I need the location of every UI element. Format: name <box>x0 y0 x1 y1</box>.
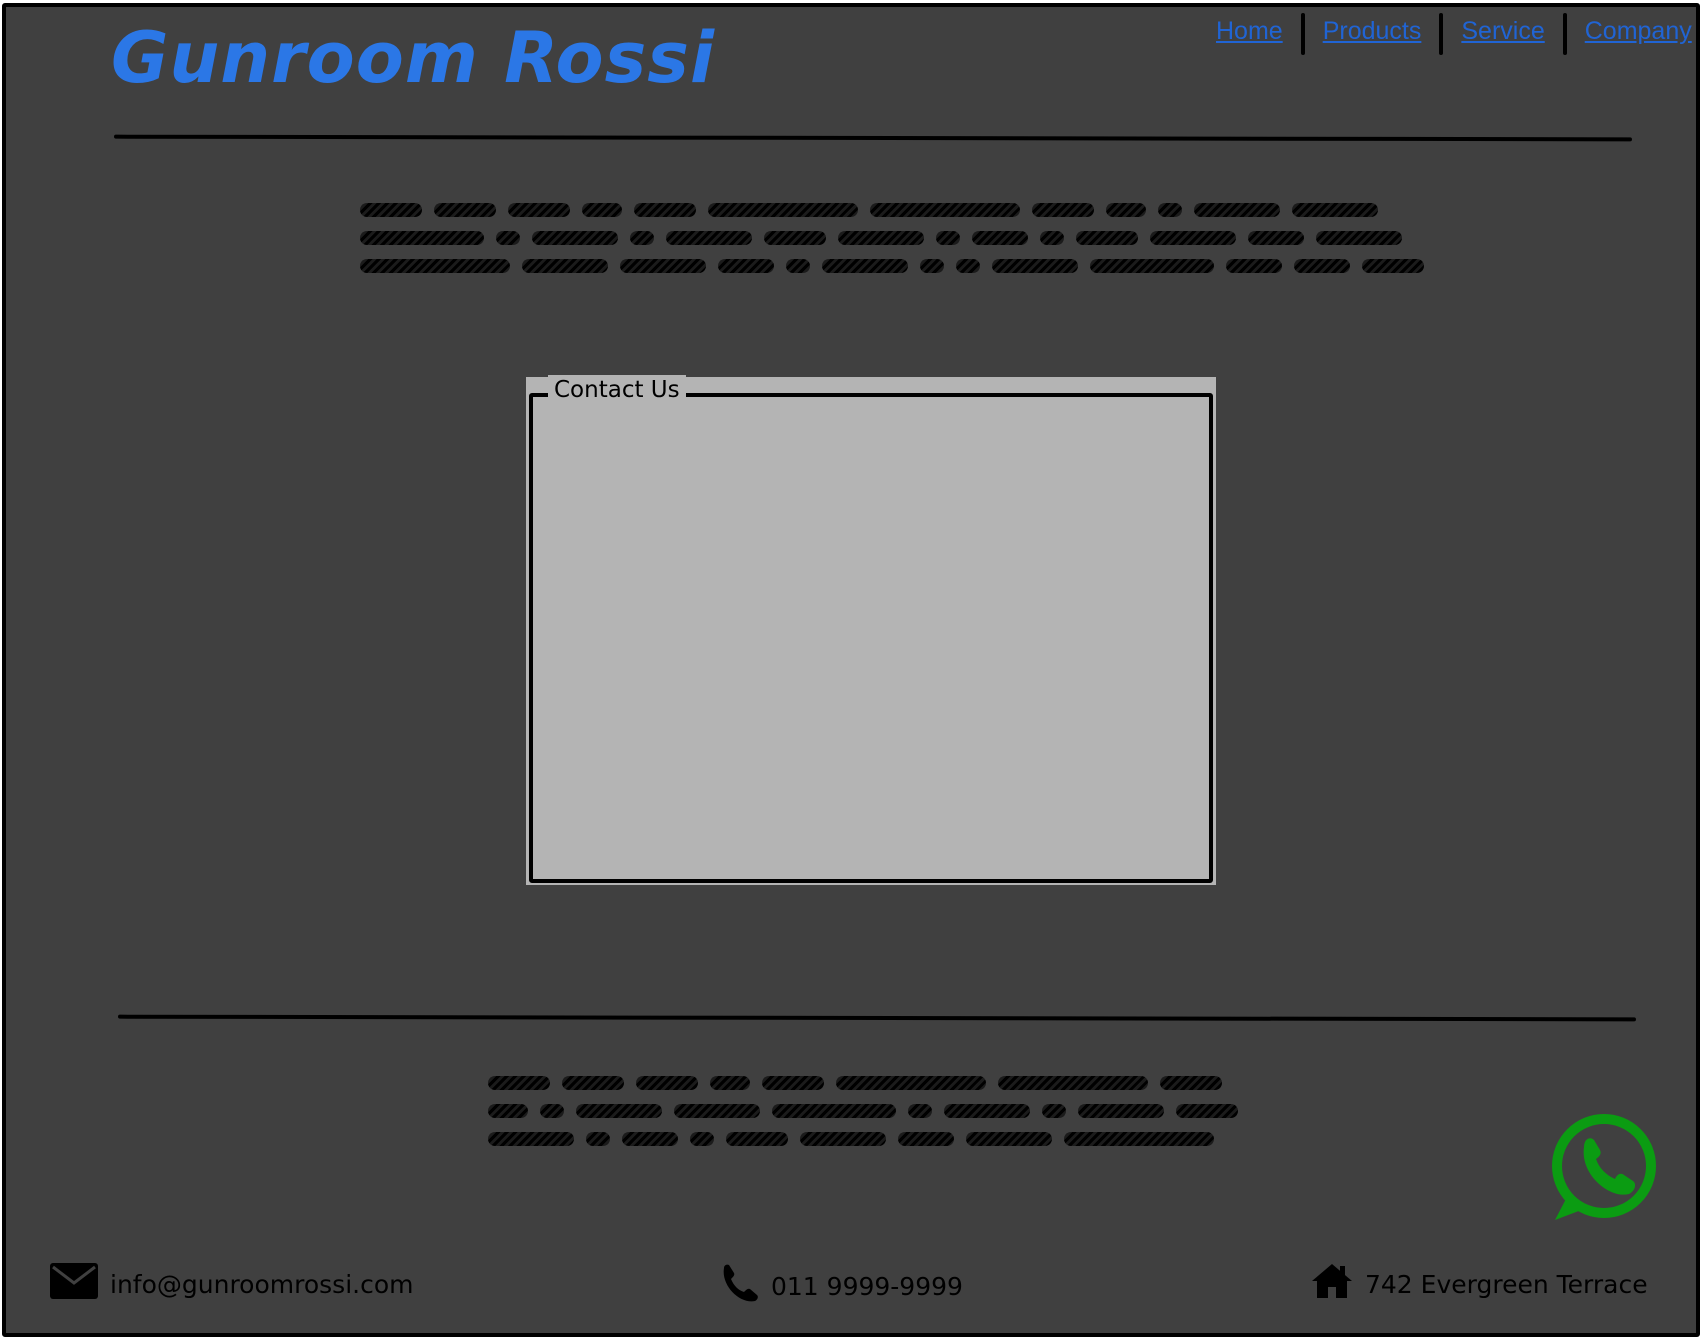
placeholder-word <box>920 259 944 273</box>
placeholder-word <box>944 1104 1030 1118</box>
placeholder-word <box>582 203 622 217</box>
whatsapp-icon[interactable] <box>1544 1109 1660 1225</box>
placeholder-word <box>908 1104 932 1118</box>
placeholder-word <box>956 259 980 273</box>
placeholder-word <box>620 259 706 273</box>
placeholder-text-line <box>488 1104 1238 1118</box>
placeholder-word <box>992 259 1078 273</box>
placeholder-word <box>1194 203 1280 217</box>
placeholder-word <box>800 1132 886 1146</box>
placeholder-word <box>966 1132 1052 1146</box>
placeholder-word <box>630 231 654 245</box>
phone-number[interactable]: 011 9999-9999 <box>771 1272 963 1301</box>
placeholder-word <box>1292 203 1378 217</box>
footer-divider <box>117 1014 1637 1022</box>
placeholder-word <box>1078 1104 1164 1118</box>
placeholder-word <box>1158 203 1182 217</box>
placeholder-word <box>1042 1104 1066 1118</box>
placeholder-word <box>772 1104 896 1118</box>
placeholder-word <box>540 1104 564 1118</box>
nav-separator <box>1562 13 1567 55</box>
placeholder-word <box>562 1076 624 1090</box>
placeholder-word <box>786 259 810 273</box>
footer-placeholder-text <box>488 1076 1238 1146</box>
placeholder-word <box>690 1132 714 1146</box>
placeholder-word <box>622 1132 678 1146</box>
footer-email: info@gunroomrossi.com <box>50 1263 413 1305</box>
placeholder-word <box>836 1076 986 1090</box>
placeholder-word <box>1362 259 1424 273</box>
site-logo[interactable]: Gunroom Rossi <box>111 13 715 103</box>
placeholder-text-line <box>360 259 1424 273</box>
nav-separator <box>1439 13 1444 55</box>
contact-form-frame <box>529 393 1213 883</box>
placeholder-word <box>762 1076 824 1090</box>
placeholder-word <box>1032 203 1094 217</box>
page-frame: Gunroom Rossi Home Products Service Comp… <box>2 3 1700 1337</box>
contact-panel[interactable]: Contact Us <box>526 375 1216 885</box>
placeholder-word <box>360 203 422 217</box>
placeholder-word <box>1076 231 1138 245</box>
placeholder-word <box>434 203 496 217</box>
placeholder-word <box>710 1076 750 1090</box>
placeholder-word <box>522 259 608 273</box>
home-icon <box>1311 1263 1353 1305</box>
placeholder-word <box>666 231 752 245</box>
placeholder-word <box>488 1132 574 1146</box>
placeholder-word <box>822 259 908 273</box>
nav-link-products[interactable]: Products <box>1323 13 1422 49</box>
placeholder-word <box>488 1104 528 1118</box>
header-divider <box>113 134 1633 142</box>
placeholder-word <box>634 203 696 217</box>
placeholder-word <box>936 231 960 245</box>
placeholder-text-line <box>488 1076 1238 1090</box>
placeholder-word <box>1064 1132 1214 1146</box>
placeholder-word <box>488 1076 550 1090</box>
placeholder-word <box>1160 1076 1222 1090</box>
placeholder-word <box>576 1104 662 1118</box>
placeholder-word <box>674 1104 760 1118</box>
placeholder-word <box>1176 1104 1238 1118</box>
placeholder-word <box>898 1132 954 1146</box>
nav-link-company[interactable]: Company <box>1585 13 1692 49</box>
placeholder-word <box>586 1132 610 1146</box>
placeholder-word <box>718 259 774 273</box>
placeholder-word <box>998 1076 1148 1090</box>
contact-legend: Contact Us <box>548 375 686 405</box>
footer-address: 742 Evergreen Terrace <box>1311 1263 1648 1305</box>
phone-icon <box>719 1263 759 1309</box>
placeholder-word <box>360 259 510 273</box>
email-address[interactable]: info@gunroomrossi.com <box>110 1270 413 1299</box>
placeholder-text-line <box>360 231 1424 245</box>
nav-link-home[interactable]: Home <box>1216 13 1283 49</box>
placeholder-word <box>1106 203 1146 217</box>
footer-phone: 011 9999-9999 <box>719 1263 963 1309</box>
placeholder-word <box>972 231 1028 245</box>
placeholder-word <box>1040 231 1064 245</box>
placeholder-word <box>1226 259 1282 273</box>
nav-separator <box>1300 13 1305 55</box>
placeholder-word <box>496 231 520 245</box>
placeholder-word <box>1294 259 1350 273</box>
placeholder-text-line <box>360 203 1424 217</box>
envelope-icon <box>50 1263 98 1305</box>
placeholder-word <box>870 203 1020 217</box>
placeholder-text-line <box>488 1132 1238 1146</box>
placeholder-word <box>1316 231 1402 245</box>
nav-link-service[interactable]: Service <box>1461 13 1544 49</box>
placeholder-word <box>1248 231 1304 245</box>
placeholder-word <box>764 231 826 245</box>
street-address: 742 Evergreen Terrace <box>1365 1269 1648 1299</box>
placeholder-word <box>708 203 858 217</box>
intro-placeholder-text <box>360 203 1424 273</box>
placeholder-word <box>508 203 570 217</box>
main-nav: Home Products Service Company <box>1216 13 1692 57</box>
placeholder-word <box>838 231 924 245</box>
placeholder-word <box>360 231 484 245</box>
placeholder-word <box>726 1132 788 1146</box>
placeholder-word <box>532 231 618 245</box>
placeholder-word <box>1090 259 1214 273</box>
placeholder-word <box>1150 231 1236 245</box>
placeholder-word <box>636 1076 698 1090</box>
